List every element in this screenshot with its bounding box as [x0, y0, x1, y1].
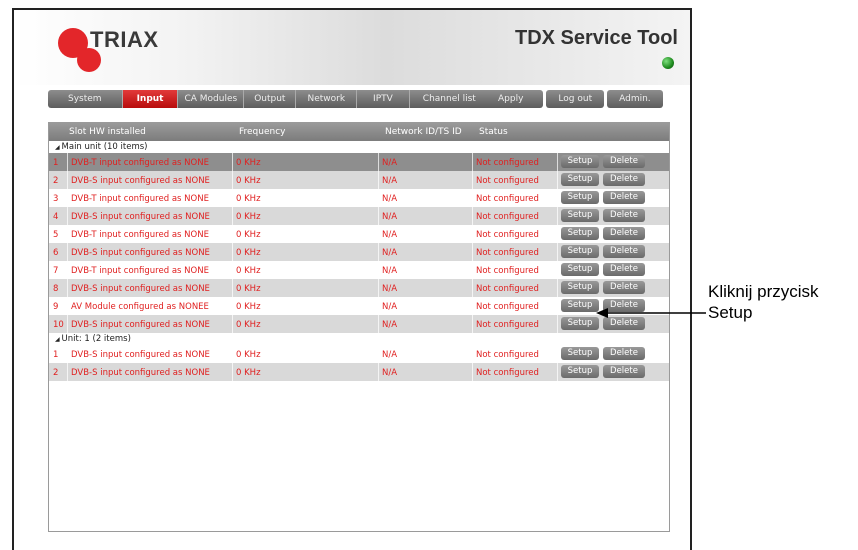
annotation-arrow [596, 308, 706, 318]
annotation-line-1: Kliknij przycisk [708, 282, 819, 301]
annotation-line-2: Setup [708, 303, 753, 322]
annotation-callout: Kliknij przycisk Setup [708, 281, 819, 323]
